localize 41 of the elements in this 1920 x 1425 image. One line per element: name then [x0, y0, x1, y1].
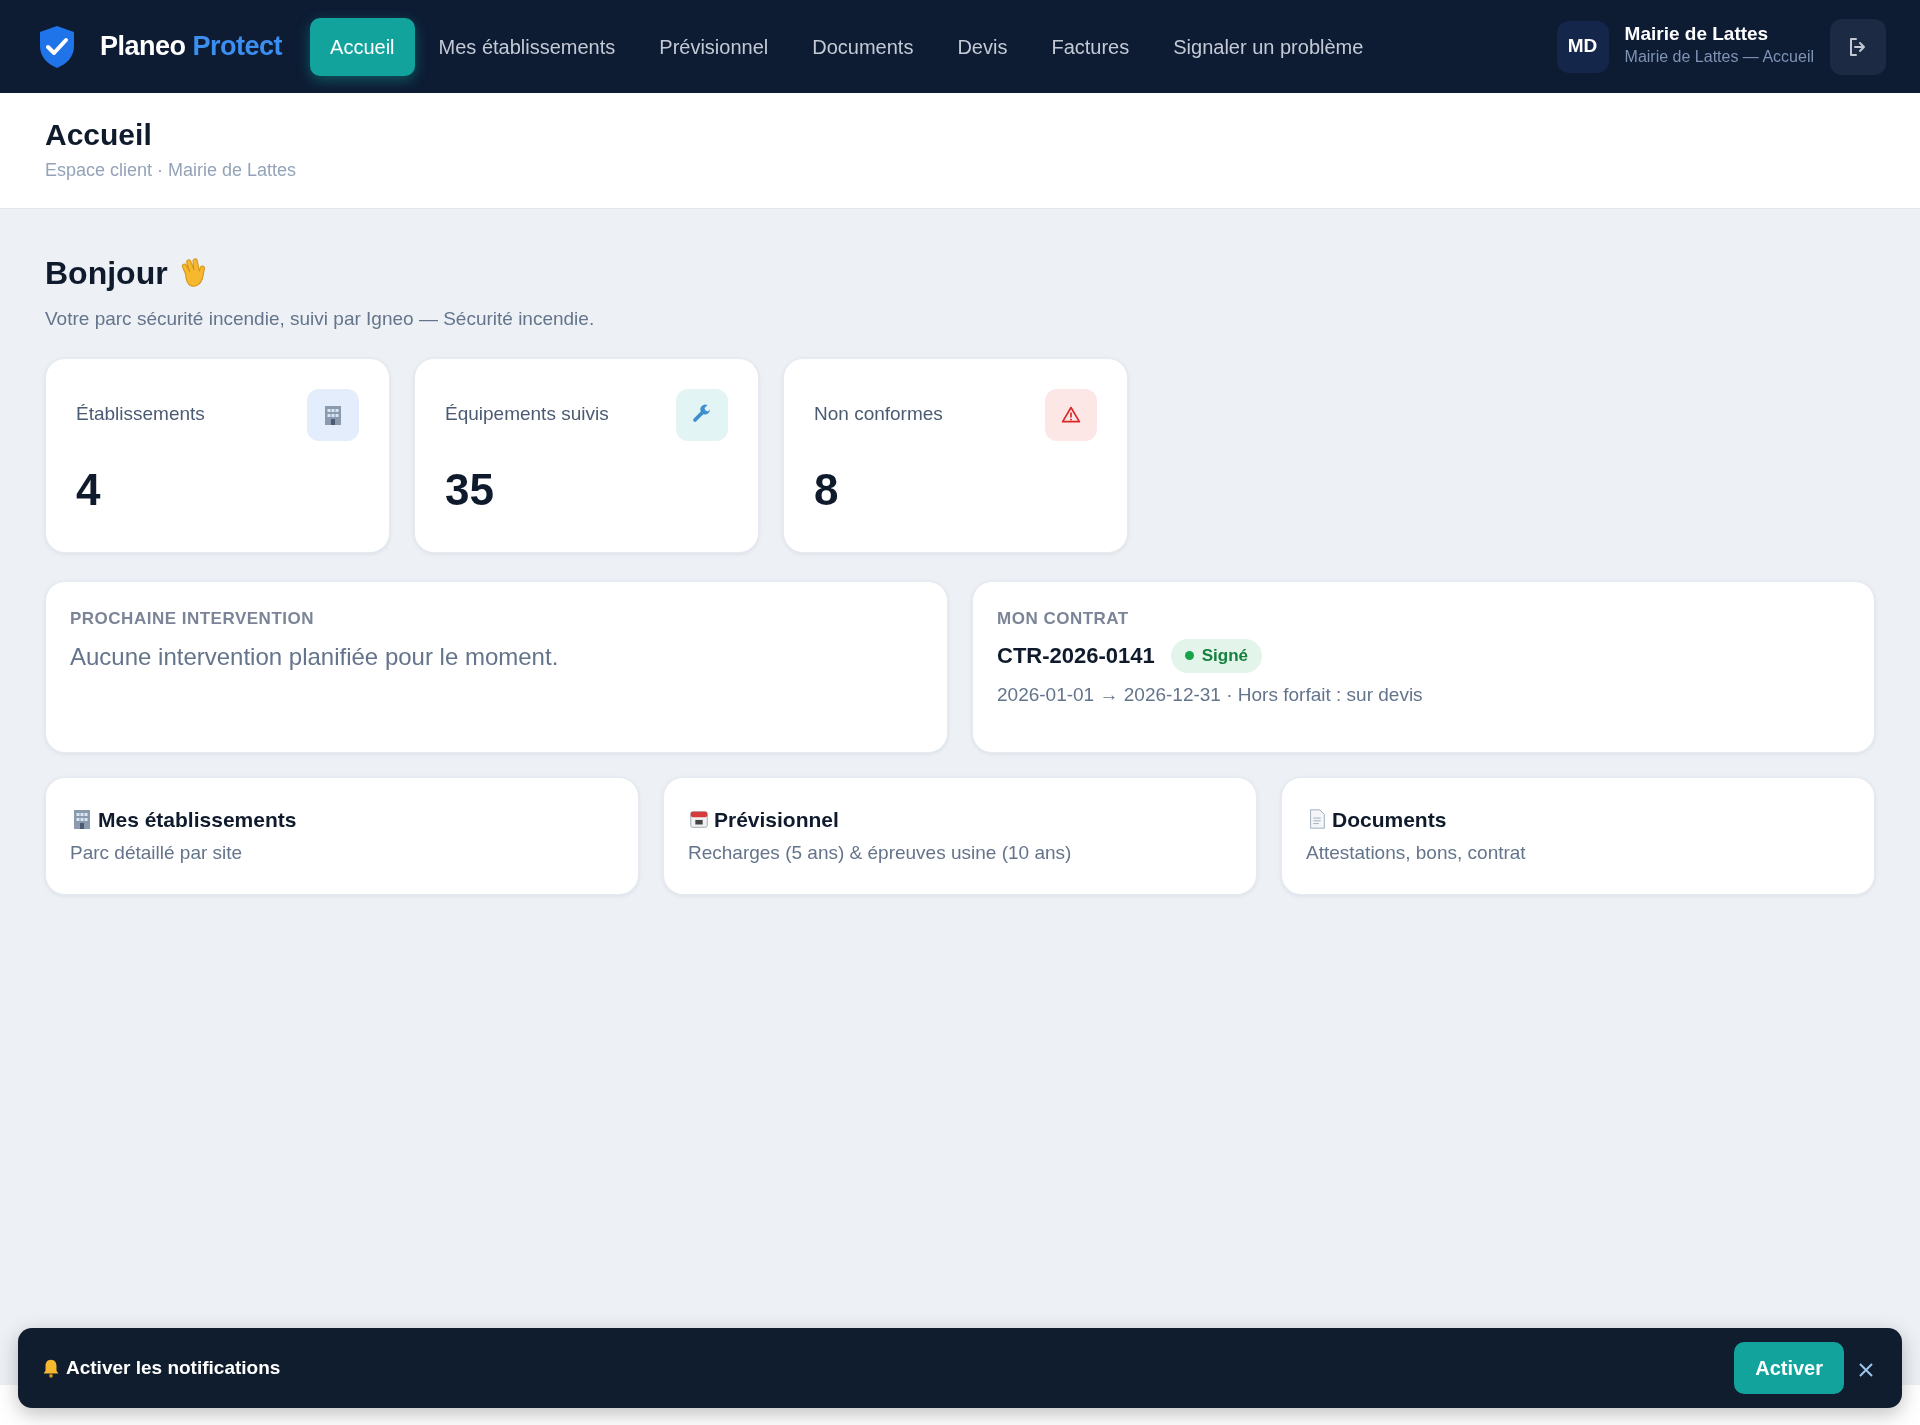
contract-details: 2026-01-01 → 2026-12-31 · Hors forfait : sur devis — [997, 682, 1424, 707]
shortcut-title: Mes établissements — [98, 806, 297, 833]
nav-tab[interactable]: Factures — [1031, 17, 1150, 76]
empty-message: Aucune intervention planifiée pour le moment. — [70, 642, 560, 672]
page-title: Accueil — [45, 117, 153, 153]
stat-label: Non conformes — [814, 402, 943, 427]
page-subtitle: Espace client · Mairie de Lattes — [45, 159, 298, 182]
stat-label: Équipements suivis — [445, 402, 609, 427]
card-heading: MON CONTRAT — [997, 607, 1130, 630]
stat-label: Établissements — [76, 402, 205, 427]
shortcut-card[interactable]: Prévisionnel Recharges (5 ans) & épreuves usine (10 ans) — [663, 776, 1257, 895]
card-heading: PROCHAINE INTERVENTION — [70, 607, 315, 630]
notification-text: Activer les notifications — [66, 1355, 281, 1380]
brand-logo[interactable]: Planeo Protect — [100, 26, 283, 67]
shortcut-title: Documents — [1331, 806, 1447, 833]
nav-tab[interactable]: Prévisionnel — [639, 17, 789, 76]
shortcut-card[interactable]: Documents Attestations, bons, contrat — [1280, 776, 1875, 895]
nav-tab[interactable]: Documents — [792, 17, 934, 76]
contract-number: CTR-2026-0141 — [997, 642, 1155, 671]
stat-value: 35 — [445, 463, 495, 516]
logout-button[interactable] — [1830, 18, 1886, 75]
user-avatar: MD — [1556, 20, 1609, 73]
warning-icon — [1061, 404, 1081, 425]
shortcut-text: Recharges (5 ans) & épreuves usine (10 ans) — [688, 841, 1073, 865]
greeting-title: Bonjour — [45, 254, 168, 293]
nav-tab[interactable]: Signaler un problème — [1153, 17, 1384, 76]
user-name: Mairie de Lattes — [1624, 24, 1770, 45]
nav-tab[interactable]: Devis — [937, 17, 1028, 76]
shortcut-title: Prévisionnel — [714, 806, 839, 833]
shortcut-text: Attestations, bons, contrat — [1305, 841, 1527, 865]
greeting-text: Votre parc sécurité incendie, suivi par Igneo — Sécurité incendie. — [45, 307, 596, 331]
nav-tab[interactable]: Mes établissements — [418, 17, 636, 76]
shortcut-card[interactable]: Mes établissements Parc détaillé par site — [45, 776, 639, 895]
calendar-icon — [688, 808, 710, 831]
shield-logo-icon — [38, 24, 76, 69]
stat-value: 4 — [76, 463, 102, 516]
user-subtitle: Mairie de Lattes — Accueil — [1624, 46, 1814, 67]
close-icon — [1858, 1361, 1874, 1378]
shortcut-text: Parc détaillé par site — [70, 841, 244, 865]
status-label: Signé — [1201, 645, 1249, 667]
stat-value: 8 — [814, 463, 840, 516]
